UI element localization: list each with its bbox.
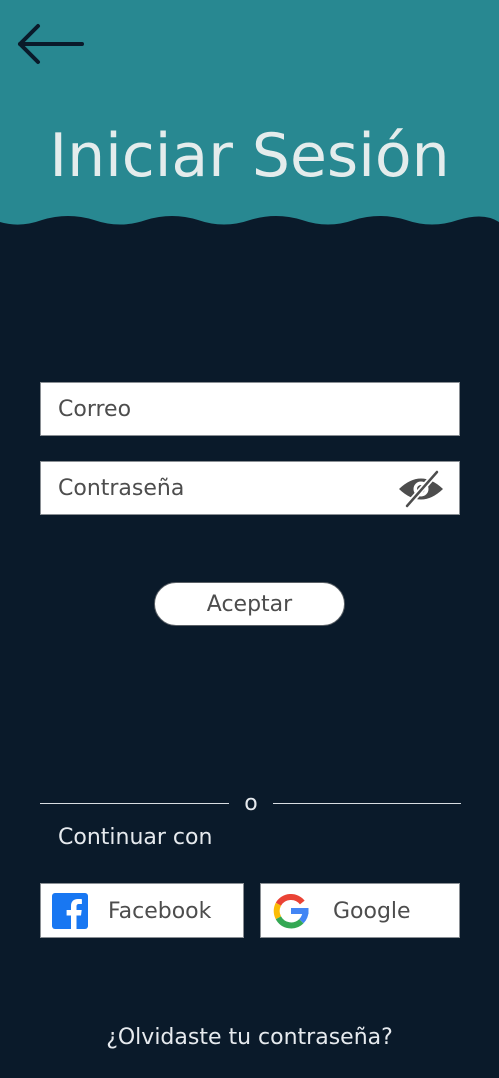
- page-title: Iniciar Sesión: [49, 121, 450, 191]
- email-input[interactable]: [41, 383, 459, 435]
- facebook-label: Facebook: [108, 899, 212, 924]
- divider-line-right: [273, 803, 461, 804]
- facebook-button[interactable]: Facebook: [40, 883, 244, 938]
- eye-off-icon: [399, 469, 443, 509]
- google-label: Google: [333, 899, 411, 924]
- google-button[interactable]: Google: [260, 883, 460, 938]
- google-icon: [273, 894, 309, 929]
- header: Iniciar Sesión: [0, 0, 499, 232]
- password-field-box: [40, 461, 460, 515]
- arrow-left-icon: [18, 24, 84, 64]
- divider-line-left: [40, 803, 229, 804]
- continue-with-label: Continuar con: [58, 825, 213, 850]
- back-button[interactable]: [14, 20, 86, 68]
- divider-text: o: [244, 791, 258, 816]
- forgot-password-link[interactable]: ¿Olvidaste tu contraseña?: [0, 1022, 499, 1054]
- password-visibility-toggle[interactable]: [397, 469, 445, 509]
- accept-button[interactable]: Aceptar: [154, 582, 345, 626]
- email-field-box: [40, 382, 460, 436]
- facebook-icon: [52, 893, 88, 929]
